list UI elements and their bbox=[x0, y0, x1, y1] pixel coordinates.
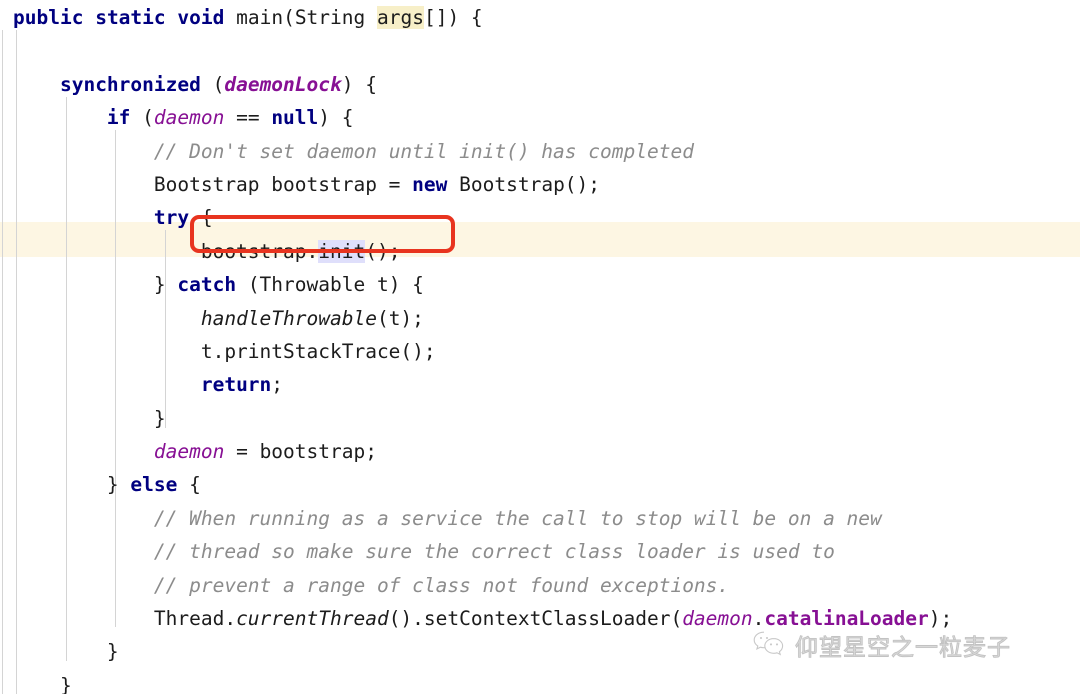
code-token: == bbox=[224, 106, 272, 130]
code-token: public bbox=[13, 6, 84, 29]
code-token: ( bbox=[130, 106, 154, 130]
code-token: ().setContextClassLoader( bbox=[388, 607, 683, 631]
code-line[interactable]: // thread so make sure the correct class… bbox=[0, 535, 952, 568]
code-token: return bbox=[200, 373, 272, 397]
code-token: daemon bbox=[682, 607, 753, 631]
code-token: else bbox=[130, 473, 178, 497]
code-line[interactable]: } bbox=[0, 669, 952, 694]
code-token: { bbox=[189, 206, 213, 230]
code-line[interactable]: synchronized (daemonLock) { bbox=[0, 68, 952, 101]
code-token: t.printStackTrace(); bbox=[13, 339, 436, 363]
wechat-icon bbox=[752, 630, 786, 660]
code-token: null bbox=[271, 106, 319, 130]
code-token: // prevent a range of class not found ex… bbox=[153, 573, 730, 597]
code-token: args bbox=[377, 6, 424, 29]
code-token: } bbox=[13, 273, 178, 297]
code-token: new bbox=[412, 172, 448, 196]
code-token: catch bbox=[177, 273, 237, 297]
code-token: ; bbox=[271, 373, 284, 397]
code-token: ) { bbox=[341, 72, 377, 96]
code-token: // thread so make sure the correct class… bbox=[153, 540, 835, 564]
code-token: // Don't set daemon until init() has com… bbox=[153, 139, 694, 163]
code-token: try bbox=[153, 206, 190, 230]
code-token: static bbox=[95, 6, 166, 29]
code-line[interactable]: daemon = bootstrap; bbox=[0, 435, 952, 468]
code-token: daemonLock bbox=[224, 72, 342, 96]
code-token: = bootstrap; bbox=[224, 440, 377, 464]
code-token: } bbox=[13, 640, 119, 664]
code-token: } bbox=[13, 673, 72, 694]
code-line[interactable]: bootstrap.init(); bbox=[0, 235, 952, 268]
code-token: if bbox=[106, 106, 131, 130]
code-token: ( bbox=[200, 72, 225, 96]
code-line[interactable]: public static void main(String args[]) { bbox=[0, 1, 952, 34]
code-token: daemon bbox=[153, 106, 225, 130]
code-token: ); bbox=[928, 607, 953, 631]
code-token: handleThrowable bbox=[200, 306, 377, 330]
code-line[interactable]: // prevent a range of class not found ex… bbox=[0, 569, 952, 602]
code-token: // When running as a service the call to… bbox=[153, 506, 882, 530]
code-line[interactable]: // Don't set daemon until init() has com… bbox=[0, 135, 952, 168]
code-token: catalinaLoader bbox=[764, 607, 929, 631]
code-token: } bbox=[13, 473, 131, 497]
code-token: bootstrap. bbox=[13, 239, 319, 263]
code-line[interactable]: t.printStackTrace(); bbox=[0, 335, 952, 368]
code-line[interactable]: try { bbox=[0, 201, 952, 234]
watermark-text: 仰望星空之一粒麦子 bbox=[795, 635, 1011, 662]
code-token: init bbox=[318, 239, 366, 263]
code-line[interactable]: } bbox=[0, 402, 952, 435]
code-line[interactable]: handleThrowable(t); bbox=[0, 302, 952, 335]
code-token: main(String bbox=[224, 6, 377, 29]
code-line[interactable]: if (daemon == null) { bbox=[0, 101, 952, 134]
code-token: daemon bbox=[153, 440, 225, 464]
code-token: ) { bbox=[318, 106, 354, 130]
code-token: (); bbox=[365, 239, 401, 263]
watermark: 仰望星空之一粒麦子 bbox=[752, 628, 1011, 662]
code-line[interactable]: return; bbox=[0, 368, 952, 401]
code-token: . bbox=[752, 607, 765, 631]
code-token: { bbox=[177, 473, 201, 497]
code-token: synchronized bbox=[59, 72, 201, 96]
code-token: Bootstrap bootstrap = bbox=[13, 172, 413, 196]
code-token: currentThread bbox=[236, 607, 389, 631]
code-token: Thread. bbox=[13, 607, 237, 631]
code-line[interactable]: } else { bbox=[0, 468, 952, 501]
code-line[interactable]: } catch (Throwable t) { bbox=[0, 268, 952, 301]
code-token: (t); bbox=[376, 306, 424, 330]
code-line[interactable]: // When running as a service the call to… bbox=[0, 502, 952, 535]
code-token: void bbox=[177, 6, 225, 29]
code-token: } bbox=[13, 406, 166, 430]
code-token: Bootstrap(); bbox=[447, 172, 601, 196]
code-screenshot: public static void main(String args[]) {… bbox=[0, 0, 1080, 694]
code-editor-content[interactable]: public static void main(String args[]) {… bbox=[0, 0, 952, 694]
code-line[interactable] bbox=[0, 34, 952, 67]
code-token: (Throwable t) { bbox=[236, 273, 424, 297]
code-line[interactable]: Bootstrap bootstrap = new Bootstrap(); bbox=[0, 168, 952, 201]
code-token: []) { bbox=[423, 6, 483, 29]
